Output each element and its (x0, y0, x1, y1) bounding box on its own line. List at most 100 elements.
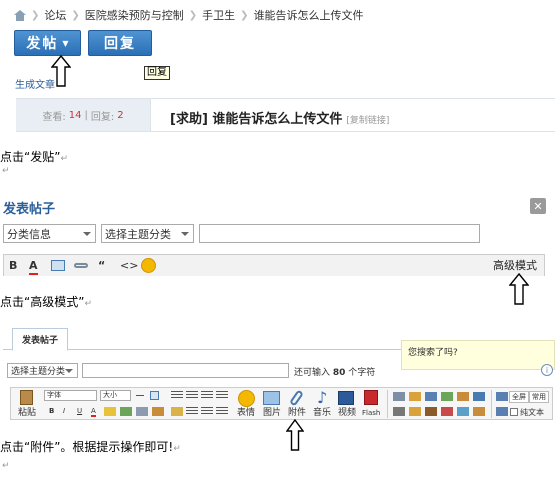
image-icon[interactable] (51, 260, 65, 271)
arrow-annotation-attachment (286, 419, 304, 451)
breadcrumb-section[interactable]: 医院感染预防与控制 (85, 7, 184, 23)
grow-icon[interactable] (441, 392, 453, 401)
video-icon[interactable] (338, 391, 354, 405)
subject-input[interactable] (199, 224, 480, 243)
quote-icon[interactable] (393, 407, 405, 416)
size-select[interactable]: 大小 (100, 390, 131, 401)
advanced-mode-link[interactable]: 高级模式 (493, 257, 537, 273)
breadcrumb-separator: ❯ (188, 9, 198, 21)
indent-icon[interactable] (216, 407, 228, 416)
image-icon[interactable] (263, 391, 280, 405)
code-icon[interactable] (393, 392, 405, 401)
chevron-down-icon (65, 369, 73, 373)
breadcrumb-separator: ❯ (71, 9, 80, 21)
stats-separator: | (84, 109, 88, 121)
flash-icon[interactable] (364, 390, 378, 405)
smiley-icon[interactable] (238, 390, 255, 407)
reply-button[interactable]: 回复 (88, 30, 152, 56)
music-label[interactable]: 音乐 (313, 408, 331, 419)
generate-article-link[interactable]: 生成文章 (15, 76, 55, 91)
brush-icon[interactable] (152, 407, 164, 416)
align-right-icon[interactable] (201, 391, 213, 400)
highlight-icon[interactable] (104, 407, 116, 416)
page-icon[interactable] (473, 407, 485, 416)
unlink-icon[interactable] (136, 407, 148, 416)
caption-step2: 点击“高级模式”↵ (0, 293, 92, 310)
views-count: 14 (68, 109, 82, 121)
caption-step2-text: 点击“高级模式” (0, 295, 85, 309)
topic-select-advanced[interactable]: 选择主题分类 (7, 363, 78, 378)
font-color-icon[interactable]: A (29, 259, 38, 275)
breadcrumb-subsection[interactable]: 手卫生 (202, 7, 235, 23)
link-icon[interactable] (120, 407, 132, 416)
breadcrumb-separator: ❯ (240, 9, 249, 21)
breadcrumb-forum[interactable]: 论坛 (44, 7, 66, 23)
caption-step3: 点击“附件”。根据提示操作即可!↵ (0, 438, 181, 455)
post-button-label: 发帖 (26, 36, 59, 52)
tab-compose[interactable]: 发表帖子 (12, 328, 68, 351)
code-icon[interactable]: <> (120, 259, 138, 273)
quote-icon[interactable]: “ (98, 259, 105, 273)
italic-icon[interactable]: I (63, 407, 65, 415)
align-left-icon[interactable] (171, 391, 183, 400)
music-icon[interactable]: ♪ (317, 389, 327, 406)
search-tip: 您搜索了吗? (401, 340, 555, 370)
char-limit: 还可输入 80 个字符 (294, 365, 375, 378)
views-label: 查看: (42, 111, 66, 123)
font-select[interactable]: 字体 (44, 390, 97, 401)
caption-step1: 点击“发贴”↵ (0, 148, 68, 165)
divider (387, 390, 388, 418)
paste-icon[interactable] (20, 390, 33, 405)
info-icon[interactable]: i (541, 364, 553, 376)
hide-icon[interactable] (409, 407, 421, 416)
topic-select[interactable]: 选择主题分类 (101, 224, 194, 243)
chevron-down-icon: ▼ (62, 38, 69, 48)
table-icon[interactable] (171, 407, 183, 416)
copy-link[interactable]: [复制链接] (346, 116, 389, 126)
thread-title-text: [求助] 谁能告诉怎么上传文件 (170, 112, 343, 127)
font-color-icon[interactable]: A (91, 407, 96, 417)
undo-icon[interactable] (496, 392, 508, 401)
bold-icon[interactable]: B (49, 407, 54, 415)
divider (150, 99, 151, 131)
free-icon[interactable] (441, 407, 453, 416)
emoji-label[interactable]: 表情 (237, 408, 255, 419)
replies-count: 2 (117, 109, 124, 121)
category-select[interactable]: 分类信息 (3, 224, 96, 243)
ordered-list-icon[interactable] (186, 407, 198, 416)
post-button[interactable]: 发帖 ▼ (14, 30, 81, 56)
link-icon[interactable] (74, 263, 88, 268)
return-mark: ↵ (60, 154, 68, 164)
lock-icon[interactable] (409, 392, 421, 401)
reply-tooltip: 回复 (144, 66, 170, 80)
audio-icon[interactable] (457, 407, 469, 416)
unordered-list-icon[interactable] (201, 407, 213, 416)
chevron-down-icon (181, 232, 189, 236)
chevron-down-icon (83, 232, 91, 236)
font-a-icon[interactable] (425, 392, 437, 401)
image-label[interactable]: 图片 (263, 408, 281, 419)
flash-label[interactable]: Flash (362, 408, 380, 419)
document-icon[interactable] (473, 392, 485, 401)
attachment-label[interactable]: 附件 (288, 408, 306, 419)
underline-icon[interactable]: U (77, 407, 82, 415)
home-icon[interactable] (14, 9, 26, 21)
video-label[interactable]: 视频 (338, 408, 356, 419)
smiley-icon[interactable] (141, 258, 156, 273)
paperclip-icon[interactable] (289, 389, 304, 407)
editor-toolbar: B A “ <> (3, 254, 545, 276)
common-button[interactable]: 常用 (529, 391, 549, 403)
align-center-icon[interactable] (186, 391, 198, 400)
user-icon[interactable] (425, 407, 437, 416)
hr-icon[interactable] (136, 395, 144, 396)
plain-text-checkbox[interactable] (510, 408, 518, 416)
box-icon[interactable] (150, 391, 159, 400)
subject-input-advanced[interactable] (82, 363, 289, 378)
justify-icon[interactable] (216, 391, 228, 400)
redo-icon[interactable] (496, 407, 508, 416)
fullscreen-button[interactable]: 全屏 (509, 391, 529, 403)
breadcrumb-thread: 谁能告诉怎么上传文件 (253, 9, 364, 22)
close-icon[interactable]: ✕ (530, 198, 546, 214)
font-style-icon[interactable] (457, 392, 469, 401)
bold-icon[interactable]: B (9, 259, 17, 273)
